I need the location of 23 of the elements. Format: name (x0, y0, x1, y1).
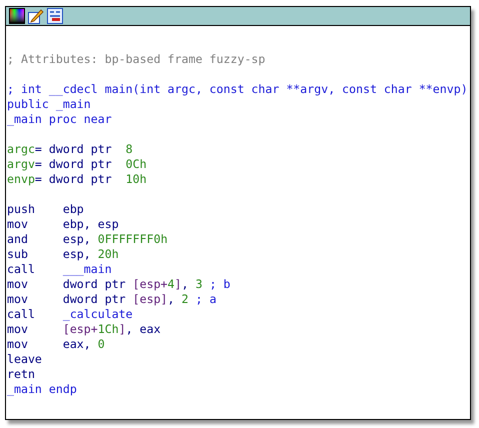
code-line: and esp, 0FFFFFFF0h (7, 232, 168, 247)
code-line: mov ebp, esp (7, 217, 119, 232)
code-line: mov dword ptr [esp+4], 3 ; b (7, 277, 230, 292)
code-line: argv= dword ptr 0Ch (7, 157, 147, 172)
code-line: _main endp (7, 382, 77, 397)
code-line: leave (7, 352, 42, 367)
code-line: _main proc near (7, 112, 112, 127)
code-line: argc= dword ptr 8 (7, 142, 133, 157)
code-line: mov [esp+1Ch], eax (7, 322, 161, 337)
code-line: retn (7, 367, 35, 382)
code-line: ; int __cdecl main(int argc, const char **argv, const char **envp) (7, 82, 468, 97)
code-comment: ; Attributes: bp-based frame fuzzy-sp (7, 52, 266, 67)
code-line: envp= dword ptr 10h (7, 172, 147, 187)
code-line: public _main (7, 97, 91, 112)
code-line: call _calculate (7, 307, 133, 322)
color-palette-icon[interactable] (9, 8, 25, 24)
code-line: mov dword ptr [esp], 2 ; a (7, 292, 216, 307)
graph-view-icon[interactable] (47, 8, 63, 24)
pencil-icon[interactable] (28, 8, 44, 24)
code-line: mov eax, 0 (7, 337, 105, 352)
code-line: push ebp (7, 202, 84, 217)
code-line: sub esp, 20h (7, 247, 119, 262)
code-line: call ___main (7, 262, 112, 277)
